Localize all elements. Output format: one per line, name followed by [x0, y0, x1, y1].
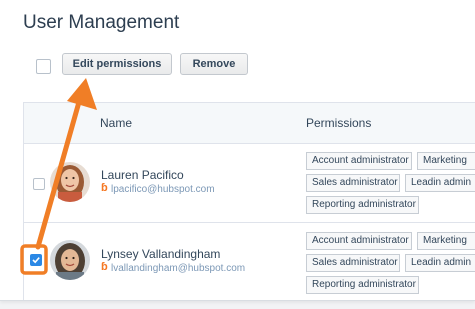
user-management-panel: User Management Edit permissions Remove … [0, 0, 475, 301]
arrow-icon [20, 78, 97, 275]
